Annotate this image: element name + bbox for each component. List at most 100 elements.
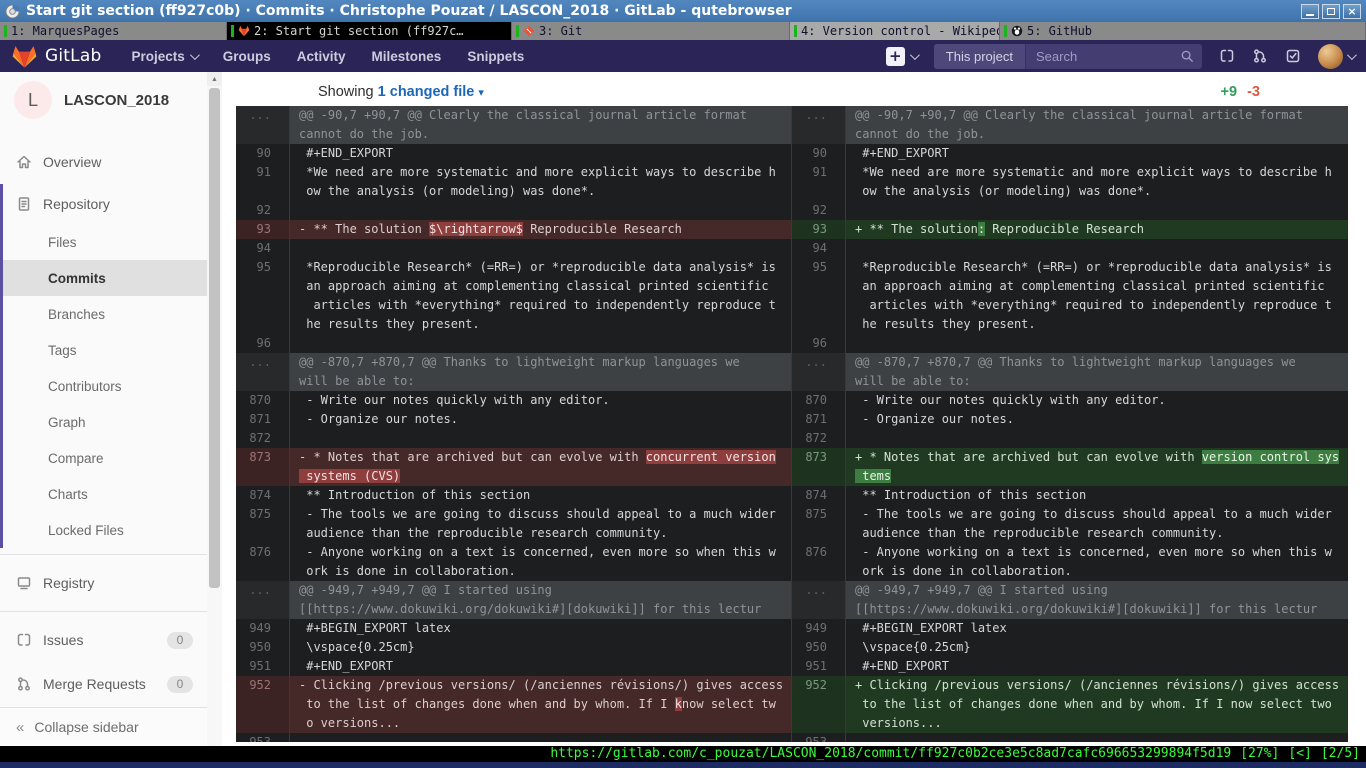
old-line-number[interactable]: 876 (236, 543, 290, 581)
collapse-sidebar-button[interactable]: « Collapse sidebar (0, 707, 207, 746)
old-line-number[interactable]: 94 (236, 239, 290, 258)
old-line-number[interactable]: 949 (236, 619, 290, 638)
sidebar-item-overview[interactable]: Overview (0, 140, 207, 184)
tab-4[interactable]: 4: Version control - Wikipedia (790, 22, 1000, 40)
user-menu[interactable] (1318, 44, 1354, 69)
old-line-number[interactable]: 871 (236, 410, 290, 429)
new-line-number[interactable]: 876 (792, 543, 846, 581)
new-dropdown[interactable]: + (886, 47, 917, 66)
old-line-number[interactable]: 951 (236, 657, 290, 676)
chevron-down-icon (190, 50, 200, 60)
old-line-number[interactable]: 91 (236, 163, 290, 201)
diff-table: ...@@ -90,7 +90,7 @@ Clearly the classic… (236, 106, 1348, 742)
old-line-number[interactable]: 950 (236, 638, 290, 657)
nav-activity[interactable]: Activity (297, 49, 346, 64)
new-line-number[interactable]: 951 (792, 657, 846, 676)
sidebar-item-compare[interactable]: Compare (0, 440, 207, 476)
new-line-number[interactable]: 950 (792, 638, 846, 657)
new-line-number[interactable]: 953 (792, 733, 846, 742)
new-line-number[interactable]: 873 (792, 448, 846, 486)
old-line-number[interactable]: 92 (236, 201, 290, 220)
new-line-number[interactable]: 90 (792, 144, 846, 163)
sidebar-item-contributors[interactable]: Contributors (0, 368, 207, 404)
sidebar-item-label: Contributors (48, 379, 122, 394)
nav-groups[interactable]: Groups (223, 49, 271, 64)
old-line-number[interactable]: 953 (236, 733, 290, 742)
new-line-number[interactable]: 874 (792, 486, 846, 505)
new-line-number[interactable]: 871 (792, 410, 846, 429)
new-line-number[interactable]: 96 (792, 334, 846, 353)
sidebar-item-tags[interactable]: Tags (0, 332, 207, 368)
sidebar-item-branches[interactable]: Branches (0, 296, 207, 332)
new-line-number[interactable]: 92 (792, 201, 846, 220)
sidebar-item-graph[interactable]: Graph (0, 404, 207, 440)
sidebar-item-repository[interactable]: Repository (0, 184, 207, 224)
tab-5[interactable]: 5: GitHub (1000, 22, 1366, 40)
old-line-number[interactable]: 93 (236, 220, 290, 239)
sidebar-item-charts[interactable]: Charts (0, 476, 207, 512)
old-line-number[interactable]: 870 (236, 391, 290, 410)
maximize-button[interactable] (1322, 4, 1340, 19)
search-input[interactable] (1034, 48, 1174, 65)
tab-loaded-indicator (231, 25, 234, 37)
project-header[interactable]: L LASCON_2018 (0, 72, 207, 128)
new-line-number[interactable]: 870 (792, 391, 846, 410)
merge-requests-nav-icon[interactable] (1252, 48, 1268, 64)
sidebar-scrollbar[interactable]: ▲ (207, 72, 222, 746)
qutebrowser-icon (5, 4, 20, 19)
old-line-number[interactable]: ... (236, 106, 290, 144)
tab-position-indicator: [2/5] (1321, 746, 1360, 762)
issues-nav-icon[interactable] (1219, 48, 1235, 64)
new-line-number[interactable]: 875 (792, 505, 846, 543)
sidebar-item-label: Repository (43, 196, 110, 212)
old-line-number[interactable]: ... (236, 581, 290, 619)
issues-icon (16, 632, 32, 648)
changed-files-dropdown[interactable]: 1 changed file (378, 84, 475, 100)
sidebar-item-locked-files[interactable]: Locked Files (0, 512, 207, 548)
tab-2[interactable]: 2: Start git section (ff927c… (227, 22, 512, 40)
todos-icon[interactable] (1285, 48, 1301, 64)
sidebar-item-issues[interactable]: Issues0 (0, 618, 207, 662)
new-line-number[interactable]: 93 (792, 220, 846, 239)
old-line-number[interactable]: 952 (236, 676, 290, 733)
old-line-number[interactable]: ... (236, 353, 290, 391)
new-line-number[interactable]: 949 (792, 619, 846, 638)
tab-3[interactable]: 3: Git (512, 22, 790, 40)
sidebar-item-commits[interactable]: Commits (0, 260, 207, 296)
new-line-number[interactable]: 91 (792, 163, 846, 201)
sidebar-item-registry[interactable]: Registry (0, 561, 207, 605)
diff-row: 870 - Write our notes quickly with any e… (236, 391, 1348, 410)
old-code: #+END_EXPORT (290, 144, 792, 163)
sidebar-item-merge-requests[interactable]: Merge Requests0 (0, 662, 207, 706)
sidebar-item-label: Locked Files (48, 523, 124, 538)
sidebar-item-label: Branches (48, 307, 105, 322)
nav-snippets[interactable]: Snippets (467, 49, 524, 64)
nav-item-label: Projects (131, 49, 184, 64)
old-line-number[interactable]: 873 (236, 448, 290, 486)
old-line-number[interactable]: 875 (236, 505, 290, 543)
caret-down-icon: ▾ (478, 87, 484, 99)
nav-item-label: Activity (297, 49, 346, 64)
gitlab-logo[interactable]: GitLab (12, 44, 101, 69)
scrollbar-thumb[interactable] (209, 88, 220, 588)
new-line-number[interactable]: ... (792, 581, 846, 619)
new-line-number[interactable]: 872 (792, 429, 846, 448)
new-line-number[interactable]: ... (792, 106, 846, 144)
new-line-number[interactable]: ... (792, 353, 846, 391)
old-line-number[interactable]: 90 (236, 144, 290, 163)
new-line-number[interactable]: 952 (792, 676, 846, 733)
scrollbar-up-arrow-icon[interactable]: ▲ (207, 72, 222, 86)
sidebar-item-files[interactable]: Files (0, 224, 207, 260)
new-line-number[interactable]: 94 (792, 239, 846, 258)
new-code: #+BEGIN_EXPORT latex (846, 619, 1348, 638)
nav-milestones[interactable]: Milestones (372, 49, 442, 64)
tab-1[interactable]: 1: MarquesPages (0, 22, 227, 40)
close-button[interactable]: × (1343, 4, 1361, 19)
old-line-number[interactable]: 96 (236, 334, 290, 353)
old-line-number[interactable]: 95 (236, 258, 290, 334)
nav-projects[interactable]: Projects (131, 49, 196, 64)
minimize-button[interactable] (1301, 4, 1319, 19)
old-line-number[interactable]: 874 (236, 486, 290, 505)
new-line-number[interactable]: 95 (792, 258, 846, 334)
old-line-number[interactable]: 872 (236, 429, 290, 448)
